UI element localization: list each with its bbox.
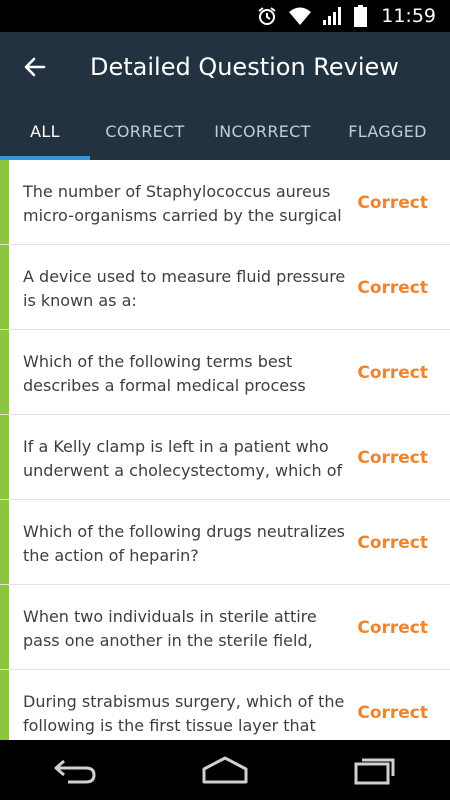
system-nav-bar — [0, 740, 450, 800]
question-text: If a Kelly clamp is left in a patient wh… — [23, 437, 343, 480]
list-item[interactable]: A device used to measure fluid pressure … — [0, 245, 450, 330]
signal-icon — [322, 6, 344, 26]
status-label: Correct — [357, 192, 428, 213]
list-item[interactable]: When two individuals in sterile attire p… — [0, 585, 450, 670]
nav-recents-button[interactable] — [335, 740, 415, 800]
question-text: Which of the following terms best descri… — [23, 352, 306, 395]
nav-home-button[interactable] — [185, 740, 265, 800]
tab-all[interactable]: ALL — [0, 102, 90, 160]
status-label: Correct — [357, 277, 428, 298]
toolbar: Detailed Question Review — [0, 32, 450, 102]
tab-bar: ALL CORRECT INCORRECT FLAGGED — [0, 102, 450, 160]
tab-flagged[interactable]: FLAGGED — [325, 102, 450, 160]
nav-back-button[interactable] — [35, 740, 115, 800]
correct-accent-bar — [0, 500, 9, 584]
arrow-back-icon — [24, 57, 46, 77]
home-nav-icon — [202, 756, 248, 784]
correct-accent-bar — [0, 585, 9, 669]
correct-accent-bar — [0, 670, 9, 740]
question-text: When two individuals in sterile attire p… — [23, 607, 317, 650]
status-bar: 11:59 — [0, 0, 450, 32]
status-label: Correct — [357, 447, 428, 468]
question-text: During strabismus surgery, which of the … — [23, 692, 345, 735]
status-label: Correct — [357, 362, 428, 383]
correct-accent-bar — [0, 245, 9, 329]
list-item[interactable]: The number of Staphylococcus aureus micr… — [0, 160, 450, 245]
page-title: Detailed Question Review — [90, 53, 399, 81]
question-text: A device used to measure fluid pressure … — [23, 267, 346, 310]
question-list[interactable]: The number of Staphylococcus aureus micr… — [0, 160, 450, 740]
correct-accent-bar — [0, 330, 9, 414]
recents-nav-icon — [354, 758, 395, 785]
battery-icon — [354, 5, 368, 27]
tab-correct[interactable]: CORRECT — [90, 102, 200, 160]
correct-accent-bar — [0, 160, 9, 244]
app-bar: Detailed Question Review ALL CORRECT INC… — [0, 32, 450, 160]
list-item[interactable]: Which of the following drugs neutralizes… — [0, 500, 450, 585]
list-item[interactable]: Which of the following terms best descri… — [0, 330, 450, 415]
question-text: The number of Staphylococcus aureus micr… — [23, 182, 342, 225]
list-item[interactable]: During strabismus surgery, which of the … — [0, 670, 450, 740]
status-label: Correct — [357, 702, 428, 723]
back-button[interactable] — [0, 32, 70, 102]
question-text: Which of the following drugs neutralizes… — [23, 522, 345, 565]
status-label: Correct — [357, 617, 428, 638]
correct-accent-bar — [0, 415, 9, 499]
clock-time: 11:59 — [381, 5, 436, 27]
alarm-icon — [256, 5, 278, 27]
wifi-icon — [288, 6, 312, 26]
back-nav-icon — [54, 759, 96, 784]
list-item[interactable]: If a Kelly clamp is left in a patient wh… — [0, 415, 450, 500]
tab-incorrect[interactable]: INCORRECT — [200, 102, 325, 160]
status-label: Correct — [357, 532, 428, 553]
